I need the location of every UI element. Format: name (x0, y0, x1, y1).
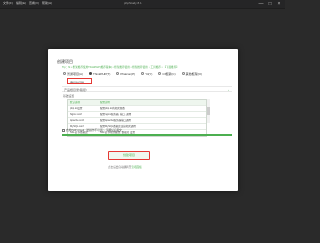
radio-ci[interactable]: CI框架(C) (158, 71, 176, 76)
section-label: 基础设置 (63, 94, 75, 98)
row-desc: 配置nginx服务器, 端口, 通用 (100, 113, 132, 116)
create-button[interactable]: 创建项目 (108, 151, 150, 160)
cloud-checkbox-row[interactable]: 启用PHP-Cloud（此操作不可逆），请确认后提交 (62, 128, 122, 132)
row-option: php.ini设置 (70, 107, 83, 110)
header-option: 默认选项 (70, 101, 81, 104)
row-desc: 配置php.ini的相关参数 (100, 107, 125, 110)
row-desc: 配置Apache服务器端口通用 (100, 119, 131, 122)
header-desc: 配置说明 (100, 101, 111, 104)
footer-text: 点击后会自动跳转至 (108, 166, 132, 169)
radio-phalcon[interactable]: Phalcon(P) (116, 71, 135, 76)
close-button[interactable]: × (275, 0, 283, 8)
scrollbar-thumb[interactable] (207, 107, 210, 115)
title-bar: 文件(F) 编辑(E) 查看(V) 帮助(H) phpStudy 8.1 — □… (0, 0, 285, 9)
checkbox[interactable] (62, 128, 65, 132)
menu-view[interactable]: 查看(V) (29, 1, 39, 5)
radio-thinkphp[interactable]: ThinkPHP(T) (89, 71, 110, 76)
radio-dot-checked-icon (89, 72, 92, 75)
table-scrollbar[interactable] (207, 99, 210, 123)
maximize-button[interactable]: □ (266, 0, 274, 8)
window-title: phpStudy 8.1 (124, 1, 142, 5)
hint-text: Tip：ht • 框架推荐使用ThinkPHP(推荐版本) • 框架推荐使用 •… (62, 66, 179, 69)
row-option: Apache.conf (70, 119, 84, 122)
path-selector[interactable]: 产品根目录/路径/ › (62, 86, 232, 92)
project-name-input[interactable]: demo.cms (67, 78, 92, 84)
footer-link[interactable]: 宝塔面板 (131, 166, 141, 169)
create-project-dialog: 创建项目 Tip：ht • 框架推荐使用ThinkPHP(推荐版本) • 框架推… (48, 49, 238, 191)
path-label: 产品根目录/路径/ (64, 88, 87, 92)
footer-note: 点击后会自动跳转至宝塔面板 (108, 165, 188, 169)
radio-dot-icon (116, 72, 120, 75)
chevron-right-icon: › (228, 88, 229, 92)
radio-other[interactable]: 其他框架(O) (181, 71, 202, 76)
radio-dot-icon (63, 72, 66, 75)
radio-dot-icon (158, 72, 162, 75)
minimize-button[interactable]: — (257, 0, 265, 8)
menu-edit[interactable]: 编辑(E) (16, 1, 26, 5)
menu-file[interactable]: 文件(F) (3, 1, 13, 5)
checkbox-label: 启用PHP-Cloud（此操作不可逆），请确认后提交 (66, 129, 122, 132)
radio-normal[interactable]: 普通项目(A) (63, 71, 83, 76)
radio-dot-icon (181, 72, 185, 75)
radio-yii[interactable]: Yii(Y) (141, 71, 152, 76)
row-option: Nginx.conf (70, 113, 82, 116)
menu-help[interactable]: 帮助(H) (42, 1, 52, 5)
divider (62, 134, 232, 136)
project-type-group: 普通项目(A) ThinkPHP(T) Phalcon(P) Yii(Y) CI… (63, 71, 233, 76)
radio-dot-icon (141, 72, 145, 75)
